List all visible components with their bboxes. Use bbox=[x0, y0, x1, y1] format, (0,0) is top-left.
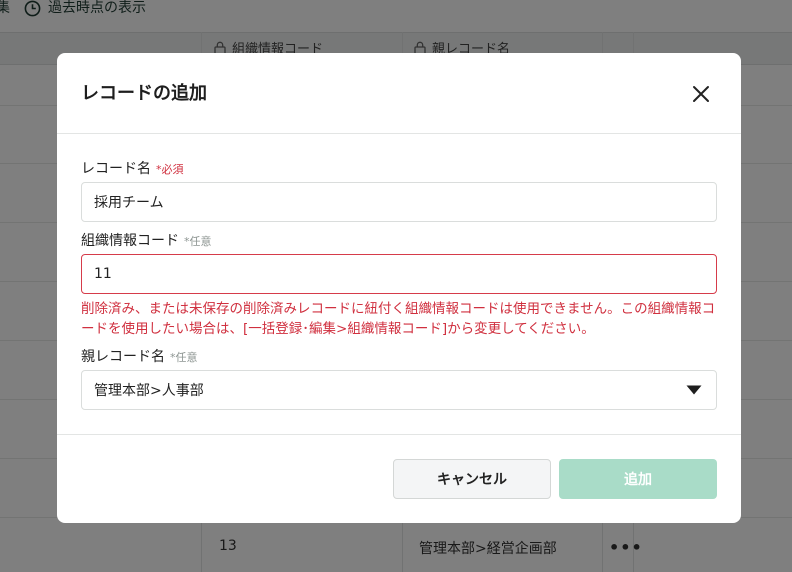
record-name-input[interactable]: 採用チーム bbox=[81, 182, 717, 222]
footer-divider bbox=[57, 434, 741, 435]
close-button[interactable] bbox=[687, 80, 715, 108]
caret-down-icon bbox=[686, 385, 702, 395]
add-record-dialog: レコードの追加 レコード名 *必須 採用チーム 組織情報コード *任意 11 削… bbox=[57, 53, 741, 523]
required-badge: *必須 bbox=[156, 163, 184, 176]
record-name-value: 採用チーム bbox=[94, 195, 164, 211]
optional-badge: *任意 bbox=[170, 351, 198, 364]
org-code-error-message: 削除済み、または未保存の削除済みレコードに紐付く組織情報コードは使用できません。… bbox=[81, 301, 716, 337]
cancel-button[interactable]: キャンセル bbox=[393, 459, 551, 499]
dialog-title: レコードの追加 bbox=[81, 83, 207, 104]
add-button[interactable]: 追加 bbox=[559, 459, 717, 499]
org-code-value: 11 bbox=[94, 266, 112, 282]
org-code-input[interactable]: 11 bbox=[81, 254, 717, 294]
parent-record-label: 親レコード名 *任意 bbox=[81, 348, 198, 367]
optional-badge: *任意 bbox=[184, 235, 212, 248]
record-name-label: レコード名 *必須 bbox=[81, 160, 184, 179]
close-icon bbox=[693, 86, 709, 102]
field-label: レコード名 bbox=[81, 161, 151, 177]
parent-record-value: 管理本部>人事部 bbox=[94, 383, 204, 399]
dialog-header: レコードの追加 bbox=[57, 53, 741, 134]
field-label: 組織情報コード bbox=[81, 233, 179, 249]
field-label: 親レコード名 bbox=[81, 349, 165, 365]
org-code-label: 組織情報コード *任意 bbox=[81, 232, 212, 251]
parent-record-select[interactable]: 管理本部>人事部 bbox=[81, 370, 717, 410]
